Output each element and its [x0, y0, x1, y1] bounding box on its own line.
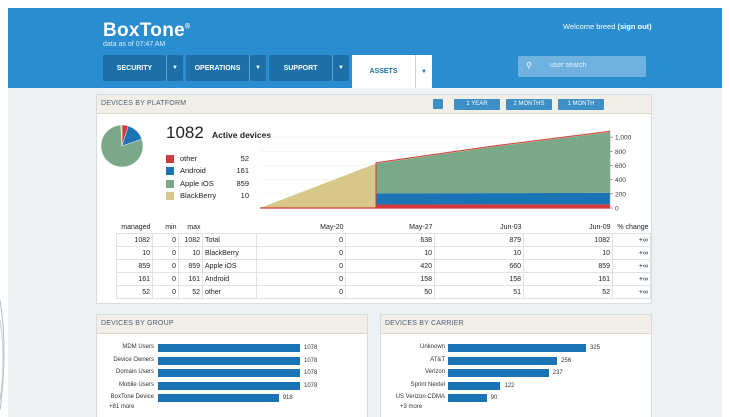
legend-swatch [166, 155, 174, 163]
app-header: BoxTone® data as of 07:47 AM Welcome bre… [8, 8, 722, 88]
y-tick-label: 200 [615, 191, 626, 198]
bar[interactable] [448, 369, 549, 378]
legend-item: Apple iOS 859 [166, 179, 256, 189]
bar-value: 256 [561, 357, 572, 364]
more-link[interactable]: +3 more [400, 404, 422, 410]
panel-header: DEVICES BY PLATFORM 1 YEAR 2 MONTHS 1 MO… [97, 95, 651, 114]
search-icon: ⚲ [526, 61, 532, 70]
legend-swatch [166, 167, 174, 175]
bar-value: 1078 [304, 345, 318, 351]
tab-operations[interactable]: OPERATIONS ▼ [186, 55, 266, 81]
range-2months-button[interactable]: 2 MONTHS [506, 99, 552, 110]
bar-value: 122 [504, 382, 515, 389]
chevron-down-icon[interactable]: ▼ [332, 55, 349, 81]
range-1year-button[interactable]: 1 YEAR [454, 99, 500, 110]
bar-label: Unknown [419, 344, 445, 350]
bar-value: 918 [282, 395, 293, 402]
decorative-curve [0, 299, 5, 410]
calendar-icon[interactable] [433, 99, 443, 109]
search-input[interactable]: user search [550, 62, 587, 69]
bar[interactable] [158, 369, 300, 378]
bar-label: Device Owners [113, 356, 154, 363]
y-tick-label: 1,000 [615, 135, 632, 142]
bar-value: 325 [590, 345, 601, 351]
y-tick-label: 400 [615, 177, 626, 184]
table-row[interactable]: 859 0 859 Apple iOS 0 420 660 859 +∞ [116, 259, 651, 273]
data-timestamp: data as of 07:47 AM [103, 41, 166, 48]
bar[interactable] [158, 344, 300, 352]
bar-label: MDM Users [122, 344, 154, 350]
table-row[interactable]: 161 0 161 Android 0 158 158 161 +∞ [116, 272, 651, 286]
bar[interactable] [448, 381, 501, 390]
legend-swatch [166, 180, 174, 188]
tab-support[interactable]: SUPPORT ▼ [269, 55, 349, 81]
tab-security[interactable]: SECURITY ▼ [103, 55, 183, 81]
chevron-down-icon[interactable]: ▼ [415, 55, 432, 88]
bar-label: Domain Users [115, 369, 154, 376]
app-frame: BoxTone® data as of 07:47 AM Welcome bre… [8, 8, 722, 417]
total-count: 1082 [166, 123, 204, 142]
bar-value: 1078 [304, 382, 318, 389]
range-1month-button[interactable]: 1 MONTH [558, 99, 604, 110]
panel-title: DEVICES BY PLATFORM [101, 100, 187, 107]
signout-link[interactable]: (sign out) [617, 22, 651, 31]
panel-title: DEVICES BY CARRIER [385, 320, 464, 327]
legend-item: other 52 [166, 154, 256, 164]
table-header-row: managed min max May-20 May-27 Jun-03 Jun… [121, 224, 649, 231]
brand-logo[interactable]: BoxTone® [103, 20, 190, 42]
bar-label: AT&T [430, 356, 445, 363]
y-tick-label: 800 [615, 149, 626, 156]
panel-header: DEVICES BY CARRIER [381, 315, 651, 334]
bar-value: 90 [490, 395, 498, 402]
bar-label: Verizon [424, 369, 445, 376]
bar-label: BoxTone Device [110, 394, 154, 401]
user-search[interactable]: ⚲ user search [518, 56, 646, 77]
bar[interactable] [158, 356, 300, 365]
panel-header: DEVICES BY GROUP [97, 315, 367, 334]
panel-title: DEVICES BY GROUP [101, 320, 174, 327]
carrier-panel: DEVICES BY CARRIER [380, 314, 652, 417]
bar-value: 237 [552, 370, 563, 377]
bar-label: Sprint Nextel [410, 381, 445, 388]
more-link[interactable]: +81 more [109, 404, 135, 410]
platform-area-chart: 1,000 800 600 400 200 0 [260, 130, 632, 213]
bar[interactable] [158, 394, 279, 403]
bar[interactable] [158, 381, 300, 390]
chevron-down-icon[interactable]: ▼ [166, 55, 183, 81]
bar[interactable] [448, 394, 487, 403]
table-row[interactable]: 1082 0 1082 Total 0 638 879 1082 +∞ [116, 233, 651, 247]
y-tick-label: 0 [615, 206, 619, 213]
legend-item: Android 161 [166, 166, 256, 176]
bar[interactable] [448, 344, 586, 352]
legend-item: BlackBerry 10 [166, 191, 256, 201]
table-row[interactable]: 52 0 52 other 0 50 51 52 +∞ [116, 285, 651, 299]
bar[interactable] [448, 356, 558, 365]
bar-label: Mobile Users [118, 381, 154, 388]
chevron-down-icon[interactable]: ▼ [249, 55, 266, 81]
legend-swatch [166, 192, 174, 200]
bar-label: US Verizon CDMA [395, 394, 445, 401]
tab-assets[interactable]: ASSETS ▼ [352, 55, 432, 88]
table-row[interactable]: 10 0 10 BlackBerry 0 10 10 10 +∞ [116, 246, 651, 260]
y-tick-label: 600 [615, 163, 626, 170]
platform-table: managed min max May-20 May-27 Jun-03 Jun… [116, 222, 651, 299]
bar-value: 1078 [304, 357, 318, 364]
welcome-text: Welcome breed (sign out) [563, 22, 652, 31]
bar-value: 1078 [304, 370, 318, 377]
platform-pie-chart [100, 124, 144, 168]
